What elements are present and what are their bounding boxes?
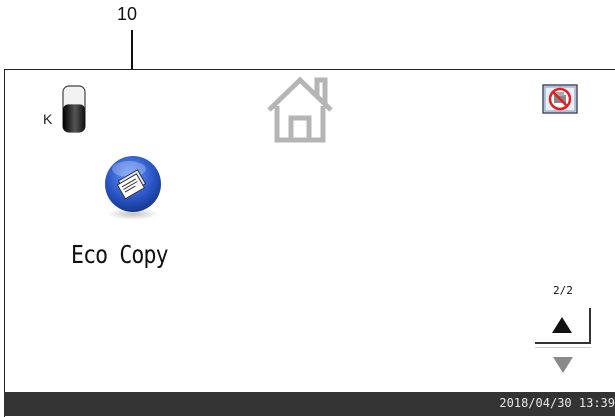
triangle-down-icon (553, 357, 573, 373)
callout-number: 10 (117, 4, 138, 24)
toner-indicator: K (29, 84, 109, 139)
status-datetime: 2018/04/30 13:39 (499, 396, 615, 410)
no-print-button[interactable] (542, 84, 578, 114)
status-bar: 2018/04/30 13:39 (4, 392, 615, 416)
toner-label: K (43, 111, 53, 127)
toner-level-icon (62, 85, 86, 133)
home-icon[interactable] (261, 74, 339, 144)
scroll-down-button[interactable] (535, 347, 591, 381)
page-indicator: 2/2 (553, 284, 573, 297)
eco-copy-label[interactable]: Eco Copy (71, 240, 169, 269)
eco-copy-icon[interactable] (98, 152, 168, 222)
triangle-up-icon (552, 317, 572, 333)
panel-screen: K Eco Copy 2/2 (4, 69, 615, 417)
scroll-up-button[interactable] (535, 308, 591, 344)
